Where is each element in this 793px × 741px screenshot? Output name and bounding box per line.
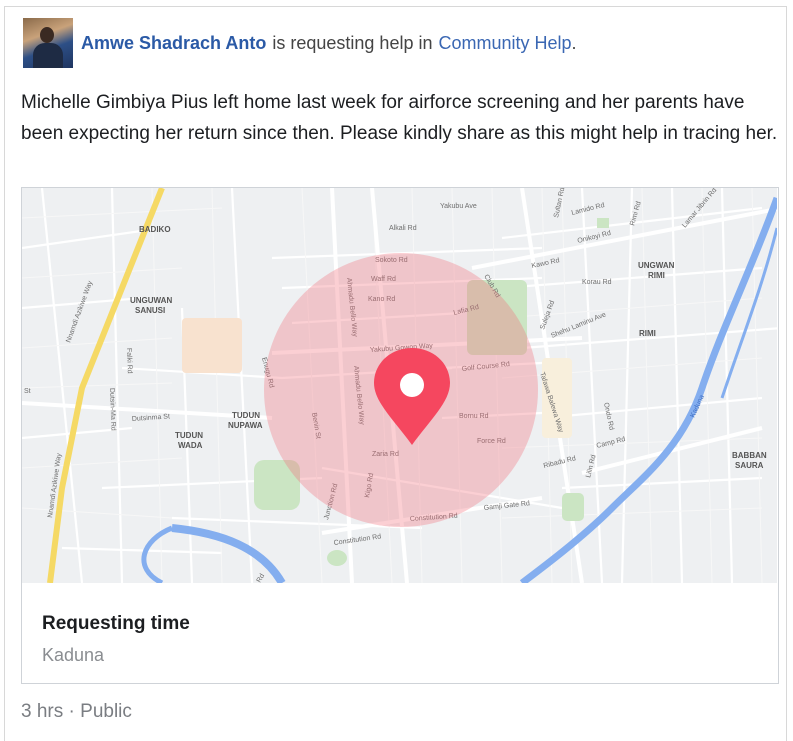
headline-period: .	[571, 32, 577, 53]
map-district-unguwan-sanusi-1: UNGUWAN	[130, 296, 172, 305]
map-label-st: St	[24, 388, 31, 395]
post-headline: Amwe Shadrach Anto is requesting help in C…	[81, 33, 577, 54]
map-district-ungwan-rimi-2: RIMI	[648, 271, 665, 280]
post-body-text: Michelle Gimbiya Pius left home last wee…	[21, 92, 778, 144]
map-canvas: Yakubu Ave Alkali Rd Sokoto Rd Waff Rd K…	[22, 188, 777, 583]
map-district-tudun-nupawa-2: NUPAWA	[228, 421, 263, 430]
map-label-dutsin-ma-rd: Dutsin-Ma Rd	[108, 388, 116, 431]
card-location: Kaduna	[42, 645, 105, 665]
map-district-ungwan-rimi-1: UNGWAN	[638, 261, 675, 270]
help-request-card[interactable]: Yakubu Ave Alkali Rd Sokoto Rd Waff Rd K…	[21, 187, 779, 684]
headline-verb: is requesting help in	[272, 32, 433, 53]
group-name-link[interactable]: Community Help	[438, 33, 571, 53]
map-district-rimi: RIMI	[639, 329, 656, 338]
map-label-korau-rd: Korau Rd	[582, 279, 612, 286]
post-header: Amwe Shadrach Anto is requesting help in C…	[23, 17, 577, 69]
map-district-babban-saura-2: SAURA	[735, 461, 764, 470]
avatar-head	[40, 27, 54, 43]
post-meta: 3 hrs · Public	[21, 701, 132, 723]
map-district-tudun-wada-2: WADA	[178, 441, 203, 450]
post-card: Amwe Shadrach Anto is requesting help in C…	[4, 6, 787, 741]
avatar[interactable]	[23, 18, 73, 68]
map-label-alkali-rd: Alkali Rd	[389, 225, 417, 232]
card-title: Requesting time	[42, 613, 190, 634]
post-timestamp-link[interactable]: 3 hrs	[21, 701, 63, 722]
map-label-falki-rd: Falki Rd	[125, 348, 133, 374]
avatar-torso	[33, 43, 63, 68]
privacy-label[interactable]: Public	[80, 701, 132, 722]
map-district-unguwan-sanusi-2: SANUSI	[135, 306, 165, 315]
map-district-babban-saura-1: BABBAN	[732, 451, 767, 460]
map-view[interactable]: Yakubu Ave Alkali Rd Sokoto Rd Waff Rd K…	[22, 188, 777, 583]
author-name-link[interactable]: Amwe Shadrach Anto	[81, 33, 266, 53]
map-district-badiko: BADIKO	[139, 225, 171, 234]
map-label-yakubu-ave: Yakubu Ave	[440, 203, 477, 210]
meta-separator: ·	[63, 701, 81, 722]
map-district-tudun-wada-1: TUDUN	[175, 431, 203, 440]
map-district-tudun-nupawa-1: TUDUN	[232, 411, 260, 420]
